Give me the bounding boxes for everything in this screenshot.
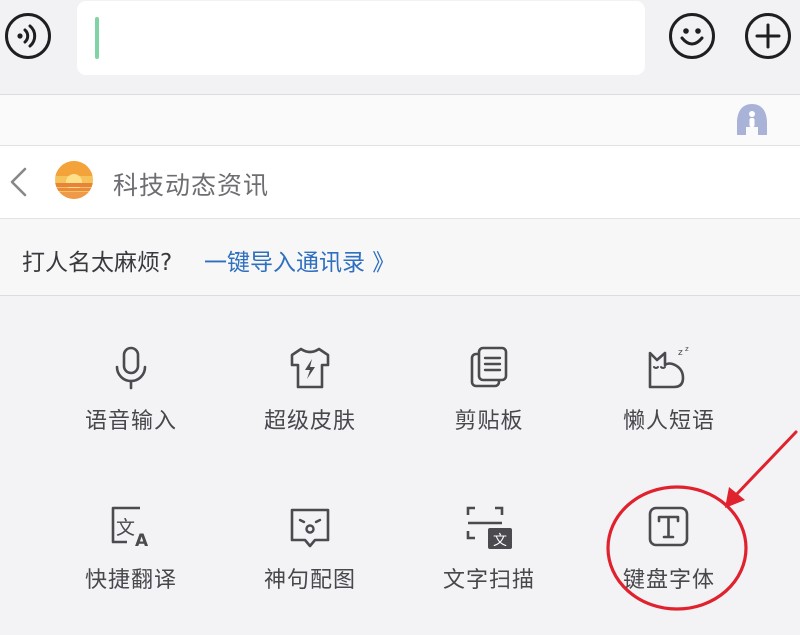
tool-clipboard[interactable]: 剪贴板 <box>414 345 564 435</box>
tool-label: 剪贴板 <box>454 409 524 434</box>
tshirt-icon <box>290 347 330 389</box>
tool-label: 语音输入 <box>84 409 177 434</box>
svg-text:文: 文 <box>493 533 507 549</box>
emoji-button[interactable] <box>669 13 715 59</box>
assistant-icon[interactable] <box>733 101 771 139</box>
emoji-icon <box>680 28 704 46</box>
plus-button[interactable] <box>745 13 791 59</box>
text-cursor <box>95 17 99 59</box>
tool-label: 懒人短语 <box>622 409 715 434</box>
clipboard-icon <box>470 346 508 388</box>
tool-text-scan[interactable]: 文 文字扫描 <box>414 504 564 594</box>
message-input[interactable] <box>77 1 645 75</box>
tool-keyboard-font[interactable]: 键盘字体 <box>594 504 744 594</box>
translate-icon: 文 A <box>111 506 149 550</box>
scan-text-icon: 文 <box>466 506 512 549</box>
plus-icon <box>755 23 781 49</box>
input-bar <box>0 0 800 95</box>
tool-super-skin[interactable]: 超级皮肤 <box>235 345 385 435</box>
tool-quick-translate[interactable]: 文 A 快捷翻译 <box>56 504 206 594</box>
sleepy-cat-icon: z z <box>648 345 689 389</box>
candidate-strip <box>0 95 800 146</box>
font-t-icon <box>648 506 689 547</box>
tool-label: 快捷翻译 <box>84 568 177 593</box>
app-name: 科技动态资讯 <box>113 171 270 200</box>
voice-icon <box>17 24 37 48</box>
tool-label: 超级皮肤 <box>263 409 356 434</box>
hint-row: 打人名太麻烦? 一键导入通讯录 》 <box>0 219 800 296</box>
voice-button[interactable] <box>5 13 51 59</box>
sunset-avatar-icon <box>55 161 93 199</box>
svg-text:z: z <box>685 345 689 353</box>
picture-face-icon <box>290 508 330 548</box>
chevron-left-icon[interactable] <box>6 164 30 200</box>
pointer-arrow-line <box>732 430 798 499</box>
hint-text: 打人名太麻烦? <box>22 250 173 276</box>
tool-label: 键盘字体 <box>622 568 715 593</box>
import-contacts-link[interactable]: 一键导入通讯录 》 <box>204 243 395 277</box>
tool-label: 文字扫描 <box>442 568 535 593</box>
svg-text:z: z <box>678 348 683 358</box>
tool-label: 神句配图 <box>263 568 356 593</box>
microphone-icon <box>115 346 147 390</box>
svg-text:文: 文 <box>116 517 135 539</box>
svg-text:A: A <box>135 531 149 550</box>
app-row[interactable]: 科技动态资讯 <box>0 146 800 219</box>
tool-lazy-phrases[interactable]: z z 懒人短语 <box>594 345 744 435</box>
tool-sentence-image[interactable]: 神句配图 <box>235 504 385 594</box>
tool-voice-input[interactable]: 语音输入 <box>56 345 206 435</box>
